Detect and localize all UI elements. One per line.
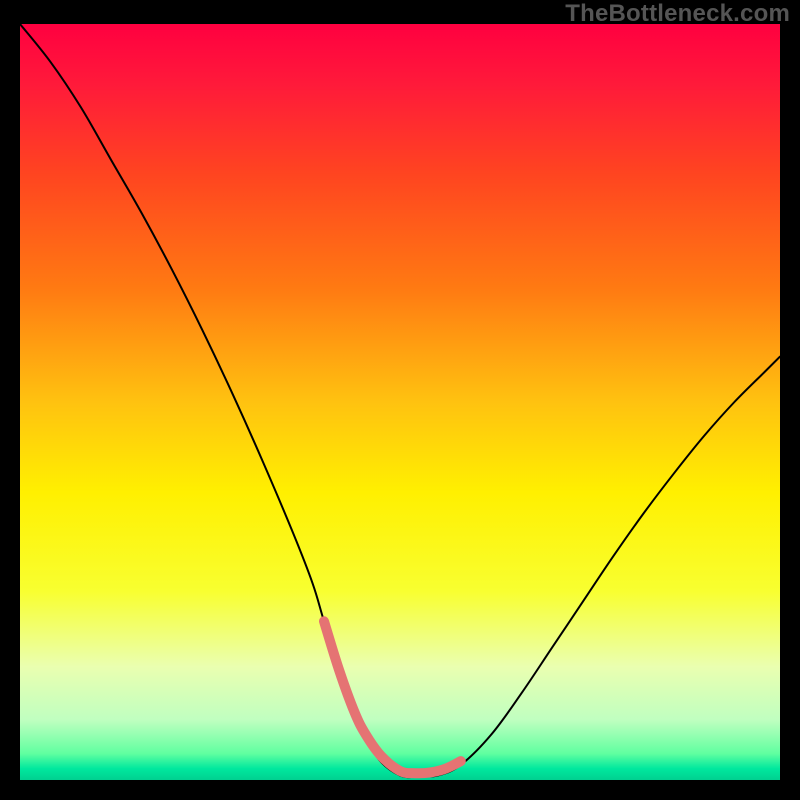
- watermark-text: TheBottleneck.com: [565, 0, 790, 28]
- plot-area: [20, 24, 780, 780]
- curve-overlay: [20, 24, 780, 780]
- sweet-spot-marker: [324, 621, 461, 773]
- chart-frame: TheBottleneck.com: [0, 0, 800, 800]
- bottleneck-curve: [20, 24, 780, 777]
